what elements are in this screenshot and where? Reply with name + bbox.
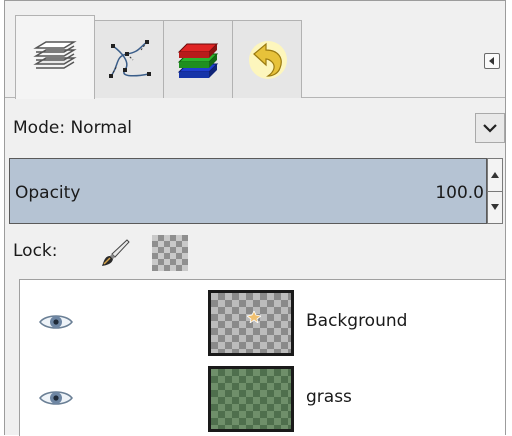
spin-up-button[interactable] — [488, 159, 502, 192]
channels-icon — [177, 43, 219, 78]
layer-name[interactable]: Background — [306, 311, 407, 331]
tab-paths[interactable] — [94, 20, 164, 98]
layer-row[interactable]: grass — [20, 360, 505, 436]
layer-row[interactable]: Background — [20, 284, 505, 360]
tab-channels[interactable] — [163, 20, 233, 98]
lock-alpha-checker-icon[interactable] — [152, 235, 188, 271]
undo-history-icon — [249, 40, 287, 79]
tab-undo-history[interactable] — [232, 20, 302, 98]
layers-list: Background grass — [19, 279, 505, 436]
chevron-down-icon — [483, 124, 497, 133]
layers-icon — [33, 40, 77, 69]
layers-dock-panel: Mode: Normal Opacity 100.0 Lock: Backgro… — [4, 0, 506, 436]
eye-icon[interactable] — [38, 311, 74, 333]
layer-name[interactable]: grass — [306, 387, 352, 407]
layer-thumbnail — [208, 290, 294, 356]
dock-tab-strip — [5, 1, 505, 99]
opacity-label: Opacity — [15, 183, 81, 203]
mode-row: Mode: Normal — [5, 99, 505, 157]
tab-menu-icon — [489, 57, 494, 65]
opacity-value[interactable]: 100.0 — [435, 183, 484, 203]
eye-icon[interactable] — [38, 387, 74, 409]
layer-thumbnail — [208, 366, 294, 432]
arrow-down-icon — [491, 204, 499, 210]
lock-pixels-brush-icon[interactable] — [99, 237, 131, 269]
mode-label[interactable]: Mode: Normal — [13, 118, 132, 138]
opacity-spin-buttons[interactable] — [487, 158, 503, 224]
lock-row: Lock: — [5, 227, 505, 279]
lock-label: Lock: — [13, 241, 58, 261]
mode-dropdown-button[interactable] — [475, 113, 505, 143]
tab-menu-button[interactable] — [484, 53, 500, 69]
opacity-scale[interactable]: Opacity 100.0 — [9, 158, 487, 224]
spark-icon — [247, 311, 261, 323]
spin-down-button[interactable] — [488, 191, 502, 223]
arrow-up-icon — [491, 172, 499, 178]
tab-layers[interactable] — [15, 15, 95, 99]
paths-icon — [109, 39, 151, 78]
